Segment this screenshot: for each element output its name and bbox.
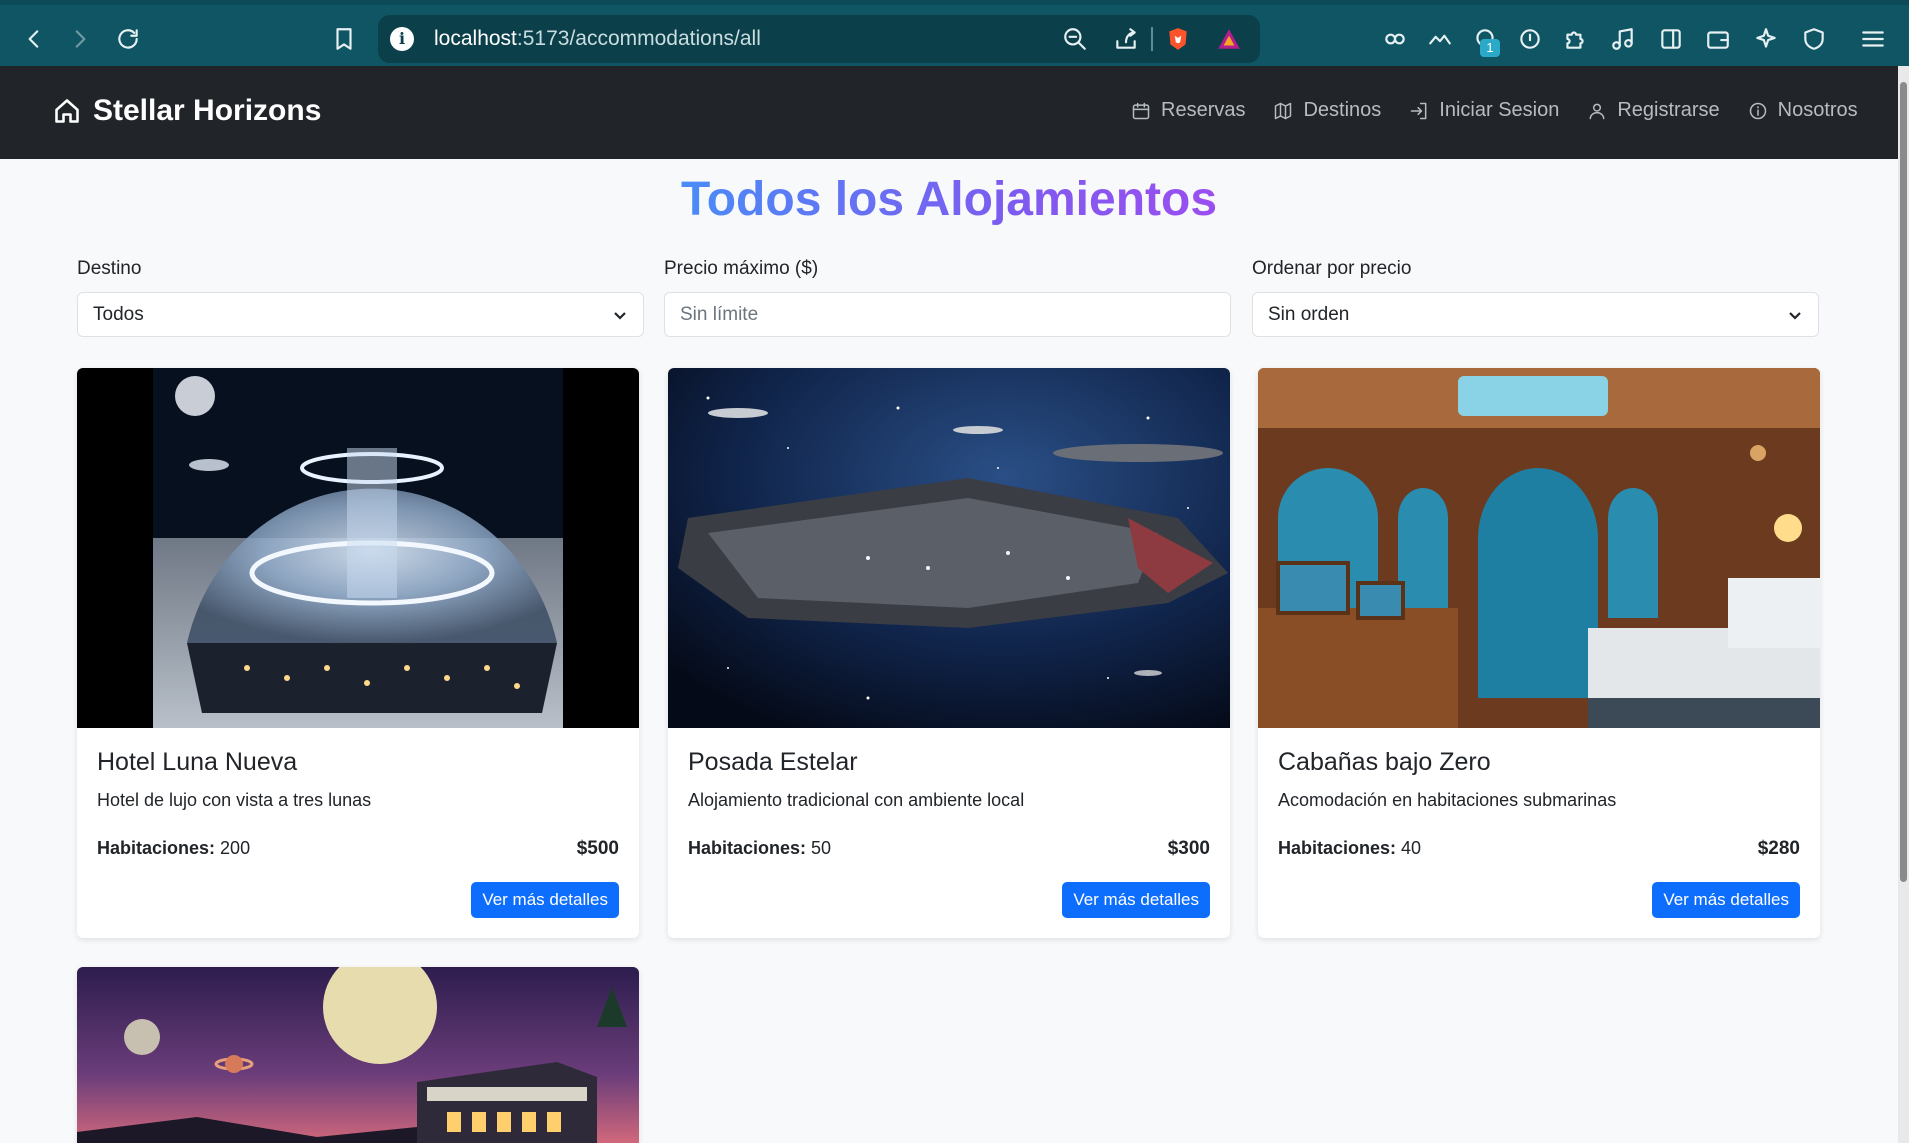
nav-link-label: Destinos <box>1303 99 1382 121</box>
nav-link-nosotros[interactable]: Nosotros <box>1748 99 1858 122</box>
nav-link-reservas[interactable]: Reservas <box>1131 99 1245 122</box>
share-icon[interactable] <box>1111 24 1141 54</box>
leo-ai-icon[interactable] <box>1751 24 1781 54</box>
details-button[interactable]: Ver más detalles <box>1062 882 1210 918</box>
nav-link-label: Registrarse <box>1617 99 1720 121</box>
nav-link-label: Iniciar Sesion <box>1439 99 1560 121</box>
sort-label: Ordenar por precio <box>1252 258 1412 279</box>
bookmark-icon[interactable] <box>329 24 359 54</box>
back-icon[interactable] <box>19 24 49 54</box>
max-price-input[interactable] <box>664 292 1231 337</box>
underwater-room-image <box>1258 368 1820 728</box>
accommodation-price: $500 <box>576 838 619 859</box>
accommodation-card <box>77 967 639 1143</box>
accommodation-name: Cabañas bajo Zero <box>1278 748 1491 776</box>
accommodation-price: $300 <box>1167 838 1210 859</box>
destination-select[interactable]: Todos <box>77 292 644 337</box>
lunar-dome-hotel-image <box>77 368 639 728</box>
destination-value: Todos <box>93 303 144 325</box>
sort-filter: Ordenar por precio Sin orden <box>1252 258 1819 337</box>
nav-link-destinos[interactable]: Destinos <box>1273 99 1381 122</box>
nav-links: Reservas Destinos Iniciar Sesion Registr… <box>1131 99 1858 122</box>
site-info-icon[interactable]: i <box>390 27 414 51</box>
accommodation-name: Posada Estelar <box>688 748 858 776</box>
forward-icon[interactable] <box>65 24 95 54</box>
accommodation-name: Hotel Luna Nueva <box>97 748 298 776</box>
accommodation-price: $280 <box>1757 838 1800 859</box>
reload-icon[interactable] <box>113 24 143 54</box>
zoom-icon[interactable] <box>1060 24 1090 54</box>
music-icon[interactable] <box>1608 24 1638 54</box>
vpn-shield-icon[interactable] <box>1799 24 1829 54</box>
accommodation-card: Posada Estelar Alojamiento tradicional c… <box>668 368 1230 938</box>
extensions-puzzle-icon[interactable] <box>1560 24 1590 54</box>
page-scrollbar[interactable] <box>1898 66 1909 1143</box>
brave-rewards-icon[interactable] <box>1216 26 1242 52</box>
url-separator <box>1151 27 1153 51</box>
sidebar-toggle-icon[interactable] <box>1656 24 1686 54</box>
max-price-filter: Precio máximo ($) <box>664 258 1231 337</box>
sort-value: Sin orden <box>1268 303 1350 325</box>
brand-name: Stellar Horizons <box>93 94 322 127</box>
accommodation-description: Acomodación en habitaciones submarinas <box>1278 790 1617 810</box>
accommodation-card: Hotel Luna Nueva Hotel de lujo con vista… <box>77 368 639 938</box>
home-icon <box>55 99 79 123</box>
login-icon <box>1411 102 1427 119</box>
accommodation-description: Alojamiento tradicional con ambiente loc… <box>688 790 1025 810</box>
address-bar[interactable]: i localhost:5173/accommodations/all <box>378 15 1260 63</box>
accommodation-card: Cabañas bajo Zero Acomodación en habitac… <box>1258 368 1820 938</box>
browser-toolbar: i localhost:5173/accommodations/all 1 <box>0 0 1909 66</box>
sort-select[interactable]: Sin orden <box>1252 292 1819 337</box>
user-icon <box>1589 103 1605 119</box>
extension-vpn-icon[interactable] <box>1515 24 1545 54</box>
menu-icon[interactable] <box>1858 24 1888 54</box>
chevron-down-icon <box>1789 311 1801 320</box>
brave-shield-icon[interactable] <box>1165 26 1191 52</box>
details-button[interactable]: Ver más detalles <box>471 882 619 918</box>
max-price-label: Precio máximo ($) <box>664 258 819 279</box>
nav-link-label: Reservas <box>1161 99 1246 121</box>
page-title: Todos los Alojamientos <box>680 173 1218 226</box>
info-icon <box>1749 102 1766 119</box>
nav-link-registrarse[interactable]: Registrarse <box>1587 99 1720 122</box>
calendar-icon <box>1132 102 1150 119</box>
scrollbar-thumb[interactable] <box>1900 82 1907 882</box>
chevron-down-icon <box>614 311 626 320</box>
site-navbar: Stellar Horizons Reservas Destinos Inici… <box>0 66 1898 159</box>
accommodation-rooms: Habitaciones: 50 <box>688 838 832 858</box>
spaceship-in-space-image <box>668 368 1230 728</box>
map-icon <box>1275 102 1292 119</box>
accommodation-rooms: Habitaciones: 40 <box>1278 838 1422 858</box>
nav-link-iniciar-sesion[interactable]: Iniciar Sesion <box>1409 99 1559 122</box>
details-button[interactable]: Ver más detalles <box>1652 882 1800 918</box>
destination-label: Destino <box>77 258 142 279</box>
accommodation-rooms: Habitaciones: 200 <box>97 838 251 858</box>
wallet-icon[interactable] <box>1703 24 1733 54</box>
night-moon-lodge-image <box>77 967 639 1143</box>
extension-wave-icon[interactable] <box>1425 24 1455 54</box>
extension-badge: 1 <box>1480 39 1500 57</box>
destination-filter: Destino Todos <box>77 258 644 337</box>
nav-link-label: Nosotros <box>1777 99 1858 121</box>
extension-owl-icon[interactable] <box>1380 24 1410 54</box>
brand-link[interactable]: Stellar Horizons <box>53 94 321 128</box>
url-text[interactable]: localhost:5173/accommodations/all <box>434 27 761 51</box>
accommodation-description: Hotel de lujo con vista a tres lunas <box>97 790 372 810</box>
